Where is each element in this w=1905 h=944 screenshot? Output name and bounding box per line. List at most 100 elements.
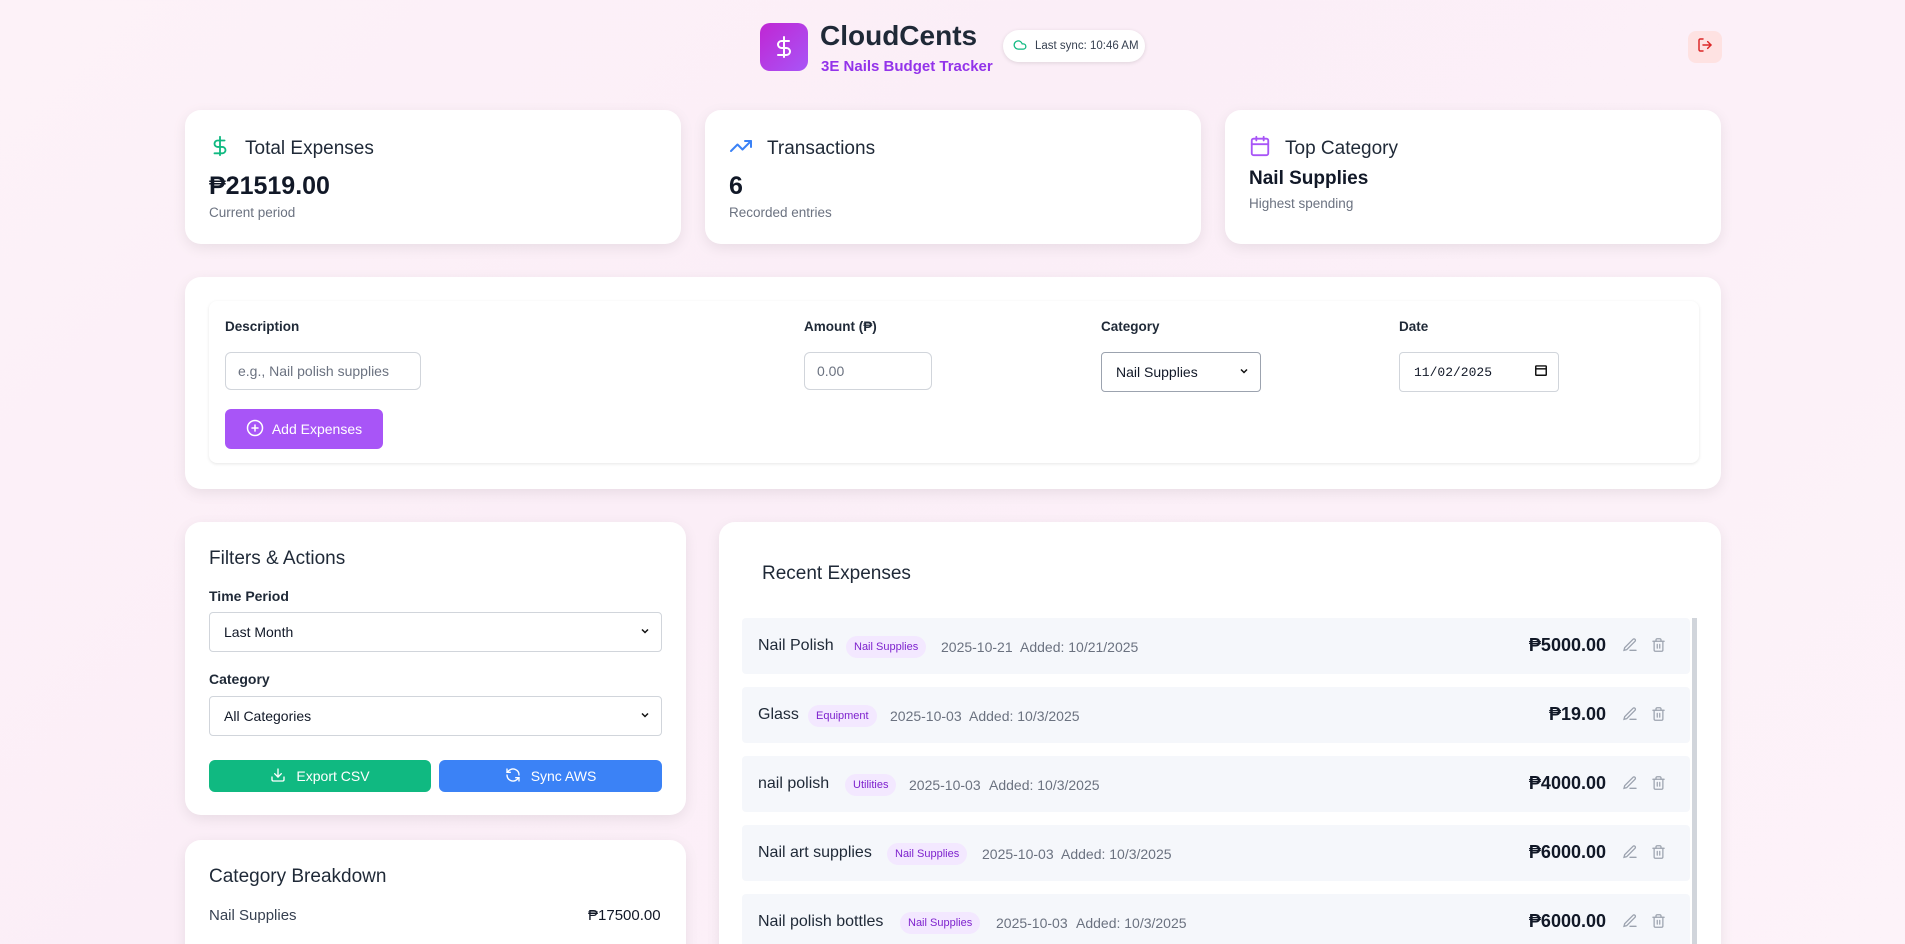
category-select-value: Nail Supplies xyxy=(1116,364,1198,380)
top-category-card: Top Category Nail Supplies Highest spend… xyxy=(1225,110,1721,244)
download-icon xyxy=(270,767,286,786)
add-expense-label: Add Expenses xyxy=(271,421,363,437)
category-badge: Nail Supplies xyxy=(900,912,981,934)
expenses-list: Nail Polish Nail Supplies 2025-10-21 Add… xyxy=(742,618,1696,944)
filter-category-label: Category xyxy=(209,671,270,687)
expense-amount: ₱4000.00 xyxy=(1528,773,1606,793)
transactions-label: Transactions xyxy=(767,137,876,159)
app-header: CloudCents 3E Nails Budget Tracker Last … xyxy=(0,0,1905,100)
logout-icon xyxy=(1697,37,1713,58)
refresh-icon xyxy=(505,767,521,786)
sync-status-pill: Last sync: 10:46 AM xyxy=(1003,30,1145,62)
total-expenses-value: ₱21519.00 xyxy=(209,172,330,200)
category-breakdown-card xyxy=(185,840,686,944)
sync-status-text: Last sync: 10:46 AM xyxy=(1035,40,1139,52)
export-csv-label: Export CSV xyxy=(296,768,370,784)
trash-icon[interactable] xyxy=(1651,844,1666,865)
trash-icon[interactable] xyxy=(1651,637,1666,658)
date-input-value: 11/02/2025 xyxy=(1414,364,1493,380)
list-item: Nail polish bottles Nail Supplies 2025-1… xyxy=(742,894,1690,944)
expense-date: 2025-10-03 xyxy=(890,708,962,724)
trending-up-icon xyxy=(729,134,753,163)
expense-added: Added: 10/3/2025 xyxy=(1061,846,1172,862)
expense-date: 2025-10-03 xyxy=(909,777,981,793)
expense-name: Nail art supplies xyxy=(758,844,872,861)
category-badge: Nail Supplies xyxy=(887,843,968,865)
plus-circle-icon xyxy=(246,419,264,440)
time-period-select[interactable]: Last Month xyxy=(209,612,662,652)
expense-date: 2025-10-03 xyxy=(982,846,1054,862)
top-category-label: Top Category xyxy=(1285,137,1399,159)
list-item: Nail Polish Nail Supplies 2025-10-21 Add… xyxy=(742,618,1690,674)
trash-icon[interactable] xyxy=(1651,706,1666,727)
amount-input[interactable]: 0.00 xyxy=(804,352,932,390)
expense-added: Added: 10/3/2025 xyxy=(969,708,1080,724)
recent-expenses-title: Recent Expenses xyxy=(762,563,911,584)
edit-icon[interactable] xyxy=(1622,775,1638,796)
sync-aws-button[interactable]: Sync AWS xyxy=(439,760,662,792)
list-item: nail polish Utilities 2025-10-03 Added: … xyxy=(742,756,1690,812)
expense-name: Nail Polish xyxy=(758,637,834,654)
expense-date: 2025-10-21 xyxy=(941,639,1013,655)
expense-amount: ₱6000.00 xyxy=(1528,911,1606,931)
expense-amount: ₱5000.00 xyxy=(1528,635,1606,655)
category-label: Category xyxy=(1101,319,1160,334)
time-period-value: Last Month xyxy=(224,624,294,640)
edit-icon[interactable] xyxy=(1622,913,1638,934)
filters-title: Filters & Actions xyxy=(209,548,346,569)
time-period-label: Time Period xyxy=(209,588,289,604)
category-select[interactable]: Nail Supplies xyxy=(1101,352,1261,392)
expense-amount: ₱19.00 xyxy=(1548,704,1606,724)
sync-aws-label: Sync AWS xyxy=(530,768,597,784)
category-badge: Utilities xyxy=(845,774,897,796)
date-label: Date xyxy=(1399,319,1429,334)
calendar-icon xyxy=(1249,134,1271,163)
top-category-value: Nail Supplies xyxy=(1249,168,1369,189)
list-item: Glass Equipment 2025-10-03 Added: 10/3/2… xyxy=(742,687,1690,743)
expense-date: 2025-10-03 xyxy=(996,915,1068,931)
transactions-value: 6 xyxy=(729,172,743,200)
category-badge: Nail Supplies xyxy=(846,636,927,658)
edit-icon[interactable] xyxy=(1622,844,1638,865)
chevron-down-icon xyxy=(639,624,651,640)
date-input[interactable]: 11/02/2025 xyxy=(1399,352,1559,392)
breakdown-title: Category Breakdown xyxy=(209,866,387,887)
expense-added: Added: 10/3/2025 xyxy=(1076,915,1187,931)
edit-icon[interactable] xyxy=(1622,637,1638,658)
expense-added: Added: 10/3/2025 xyxy=(989,777,1100,793)
top-category-note: Highest spending xyxy=(1249,196,1354,211)
export-csv-button[interactable]: Export CSV xyxy=(209,760,431,792)
expense-name: Nail polish bottles xyxy=(758,913,884,930)
edit-icon[interactable] xyxy=(1622,706,1638,727)
breakdown-item-amount: ₱17500.00 xyxy=(588,907,661,924)
total-expenses-note: Current period xyxy=(209,205,296,220)
expense-name: nail polish xyxy=(758,775,830,792)
total-expenses-label: Total Expenses xyxy=(245,137,374,159)
cloud-icon xyxy=(1013,38,1027,55)
logout-button[interactable] xyxy=(1688,31,1722,63)
trash-icon[interactable] xyxy=(1651,913,1666,934)
chevron-down-icon xyxy=(1238,364,1250,380)
expense-name: Glass xyxy=(758,706,799,723)
dollar-logo-icon xyxy=(760,23,808,71)
transactions-card: Transactions 6 Recorded entries xyxy=(705,110,1201,244)
filter-category-select[interactable]: All Categories xyxy=(209,696,662,736)
breakdown-item-name: Nail Supplies xyxy=(209,907,297,924)
description-label: Description xyxy=(225,319,300,334)
chevron-down-icon xyxy=(639,708,651,724)
expense-added: Added: 10/21/2025 xyxy=(1020,639,1139,655)
app-title: CloudCents xyxy=(820,20,978,51)
description-input[interactable]: e.g., Nail polish supplies xyxy=(225,352,421,390)
filter-category-value: All Categories xyxy=(224,708,312,724)
app-subtitle: 3E Nails Budget Tracker xyxy=(821,58,993,75)
dollar-icon xyxy=(209,134,231,163)
category-badge: Equipment xyxy=(808,705,877,727)
trash-icon[interactable] xyxy=(1651,775,1666,796)
transactions-note: Recorded entries xyxy=(729,205,832,220)
calendar-picker-icon[interactable] xyxy=(1534,363,1548,381)
list-item: Nail art supplies Nail Supplies 2025-10-… xyxy=(742,825,1690,881)
amount-label: Amount (₱) xyxy=(804,319,877,334)
add-expense-button[interactable]: Add Expenses xyxy=(225,409,383,449)
expense-amount: ₱6000.00 xyxy=(1528,842,1606,862)
total-expenses-card: Total Expenses ₱21519.00 Current period xyxy=(185,110,681,244)
